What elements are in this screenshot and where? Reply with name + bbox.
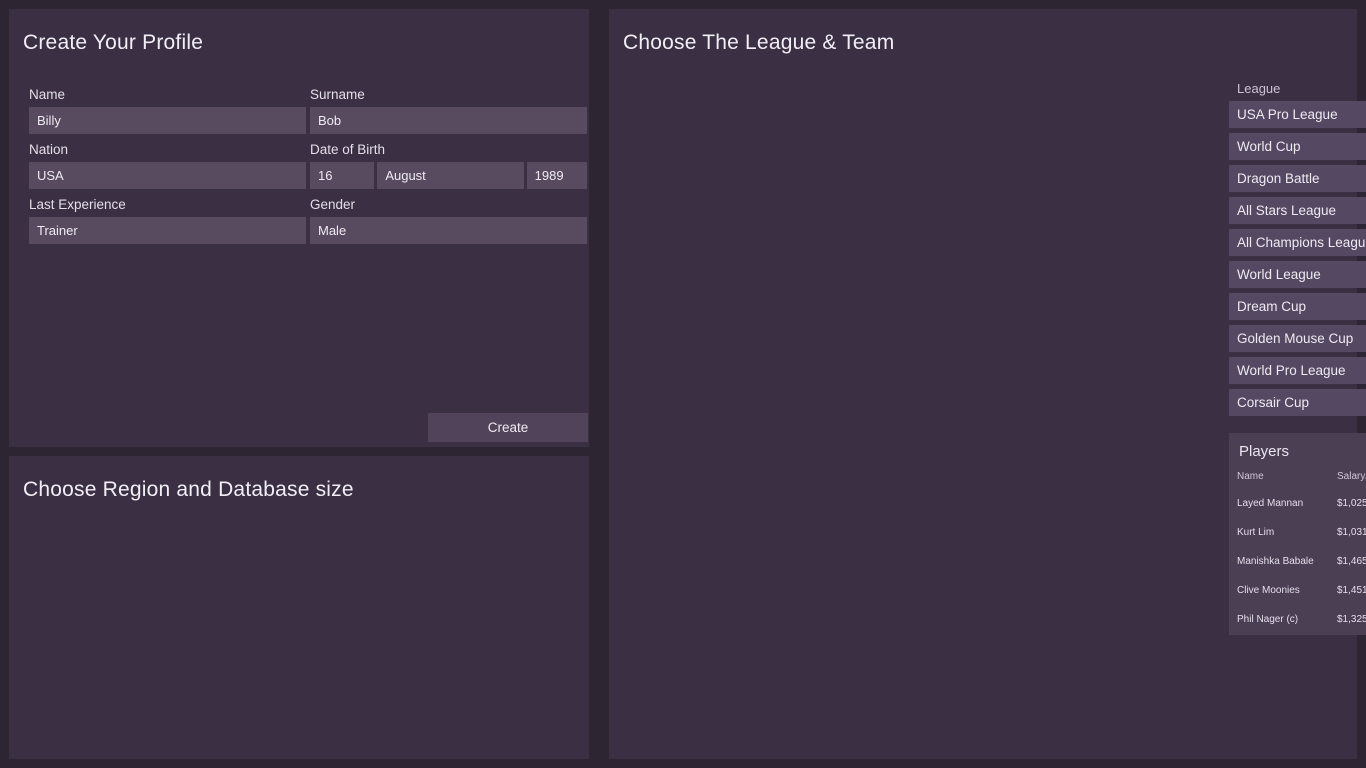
nation-dob-labels: Nation Date of Birth: [29, 142, 587, 162]
player-salary: $1,451.00: [1337, 585, 1366, 596]
players-table-header-row: Name Salary/year Potential Reaction Tech…: [1237, 471, 1366, 498]
league-list-item[interactable]: World Pro League: [1229, 357, 1366, 384]
league-list-item[interactable]: Golden Mouse Cup: [1229, 325, 1366, 352]
table-row[interactable]: Phil Nager (c)$1,325.0018121610: [1237, 614, 1366, 643]
gender-input[interactable]: Male: [310, 217, 587, 244]
profile-form: Name Surname Billy Bob Nation Date of Bi…: [29, 87, 587, 244]
league-list-item[interactable]: All Stars League: [1229, 197, 1366, 224]
nation-dob-row: USA 16 August 1989: [29, 162, 587, 189]
player-salary: $1,031.00: [1337, 527, 1366, 538]
player-name: Kurt Lim: [1237, 527, 1275, 538]
league-card-title: Choose The League & Team: [623, 31, 895, 54]
table-row[interactable]: Manishka Babale$1,465.0018141612: [1237, 556, 1366, 585]
league-list-item[interactable]: Dream Cup: [1229, 293, 1366, 320]
page-title: Create Your Profile: [23, 31, 204, 54]
players-title: Players: [1239, 443, 1290, 460]
league-list-item[interactable]: Corsair Cup: [1229, 389, 1366, 416]
gender-label: Gender: [310, 197, 356, 212]
player-salary: $1,325.00: [1337, 614, 1366, 625]
surname-input[interactable]: Bob: [310, 107, 587, 134]
name-surname-row: Billy Bob: [29, 107, 587, 134]
last-experience-label: Last Experience: [29, 197, 126, 212]
dob-month-input[interactable]: August: [377, 162, 524, 189]
player-name: Layed Mannan: [1237, 498, 1304, 509]
dob-year-input[interactable]: 1989: [526, 162, 587, 189]
league-list-item[interactable]: Dragon Battle: [1229, 165, 1366, 192]
experience-gender-row: Trainer Male: [29, 217, 587, 244]
player-name: Clive Moonies: [1237, 585, 1300, 596]
league-list[interactable]: USA Pro League World Cup Dragon Battle All …: [1229, 101, 1366, 416]
nation-label: Nation: [29, 142, 69, 157]
choose-region-card: Choose Region and Database size Region U…: [9, 456, 589, 759]
create-button[interactable]: Create: [428, 413, 588, 442]
table-row[interactable]: Layed Mannan$1,025.0019191618: [1237, 498, 1366, 527]
name-label: Name: [29, 87, 66, 102]
league-list-item[interactable]: All Champions League: [1229, 229, 1366, 256]
column-header-salary: Salary/year: [1337, 471, 1366, 482]
name-input[interactable]: Billy: [29, 107, 306, 134]
players-table: Name Salary/year Potential Reaction Tech…: [1237, 471, 1366, 643]
league-list-item[interactable]: USA Pro League: [1229, 101, 1366, 128]
last-experience-input[interactable]: Trainer: [29, 217, 306, 244]
name-surname-labels: Name Surname: [29, 87, 587, 107]
player-name: Manishka Babale: [1237, 556, 1314, 567]
create-profile-card: Create Your Profile Name Surname Billy B…: [9, 9, 589, 447]
league-list-caption: League: [1237, 81, 1281, 96]
nation-input[interactable]: USA: [29, 162, 306, 189]
experience-gender-labels: Last Experience Gender: [29, 197, 587, 217]
choose-league-team-card: Choose The League & Team League USA Pro …: [609, 9, 1366, 759]
dob-group: 16 August 1989: [310, 162, 587, 189]
dob-day-input[interactable]: 16: [310, 162, 375, 189]
player-salary: $1,465.00: [1337, 556, 1366, 567]
dob-label: Date of Birth: [310, 142, 386, 157]
surname-label: Surname: [310, 87, 365, 102]
player-name: Phil Nager (c): [1237, 614, 1299, 625]
column-header-name: Name: [1237, 471, 1264, 482]
league-list-item[interactable]: World League: [1229, 261, 1366, 288]
league-list-container: League USA Pro League World Cup Dragon Bat…: [1229, 81, 1366, 421]
players-panel: Players Name Salary/year Potential React…: [1229, 433, 1366, 635]
table-row[interactable]: Kurt Lim$1,031.0017171717: [1237, 527, 1366, 556]
region-card-title: Choose Region and Database size: [23, 478, 354, 501]
table-row[interactable]: Clive Moonies$1,451.0016141712: [1237, 585, 1366, 614]
league-list-item[interactable]: World Cup: [1229, 133, 1366, 160]
player-salary: $1,025.00: [1337, 498, 1366, 509]
